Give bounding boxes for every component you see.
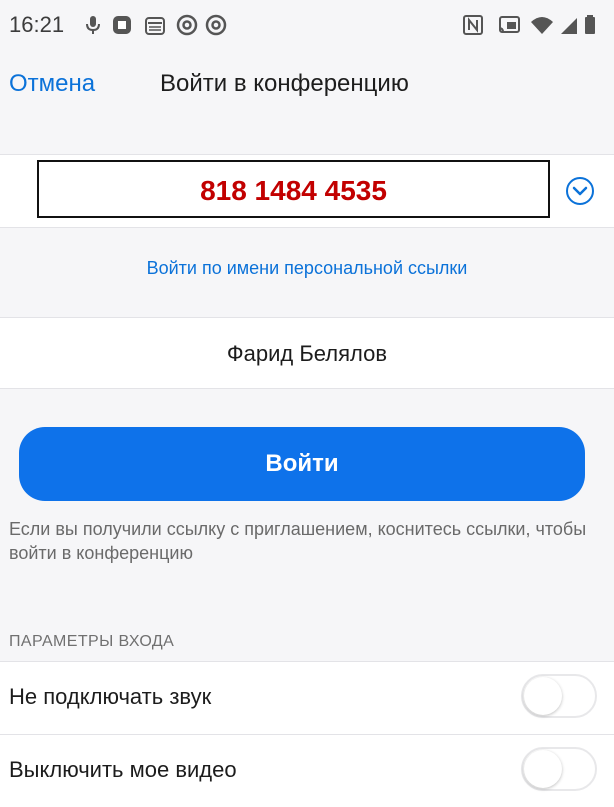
hint-text: Если вы получили ссылку с приглашением, … <box>9 519 587 563</box>
wifi-icon <box>530 14 553 36</box>
params-heading: ПАРАМЕТРЫ ВХОДА <box>9 633 175 650</box>
meeting-id-row[interactable]: 818 1484 4535 <box>0 154 614 228</box>
battery-icon <box>583 14 597 36</box>
toggle-knob <box>524 750 562 788</box>
status-time: 16:21 <box>9 12 65 37</box>
name-row[interactable]: Фарид Белялов <box>0 317 614 389</box>
microphone-icon <box>82 14 104 36</box>
option-row-video-off[interactable]: Выключить мое видео <box>0 734 614 807</box>
at-icon <box>205 14 227 36</box>
meeting-id-input[interactable]: 818 1484 4535 <box>37 160 550 218</box>
status-bar: 16:21 <box>0 0 614 56</box>
cast-icon <box>497 14 520 36</box>
history-dropdown-button[interactable] <box>565 176 595 206</box>
meeting-id-value: 818 1484 4535 <box>200 175 387 206</box>
option-label: Не подключать звук <box>9 684 212 709</box>
header: Отмена Войти в конференцию <box>0 56 614 118</box>
notification-icon <box>111 14 133 36</box>
page-title: Войти в конференцию <box>160 70 409 97</box>
signal-icon <box>559 14 581 36</box>
display-name-field[interactable]: Фарид Белялов <box>0 341 614 367</box>
mute-audio-toggle[interactable] <box>521 674 597 718</box>
video-off-toggle[interactable] <box>521 747 597 791</box>
toggle-knob <box>524 677 562 715</box>
chevron-down-icon <box>566 177 594 205</box>
nfc-icon <box>462 14 484 36</box>
join-button[interactable]: Войти <box>19 427 585 501</box>
option-row-mute-audio[interactable]: Не подключать звук <box>0 661 614 734</box>
personal-link-button[interactable]: Войти по имени персональной ссылки <box>0 258 614 279</box>
calendar-icon <box>144 14 166 36</box>
cancel-button[interactable]: Отмена <box>9 70 95 98</box>
option-label: Выключить мое видео <box>9 757 237 782</box>
at-icon <box>176 14 198 36</box>
